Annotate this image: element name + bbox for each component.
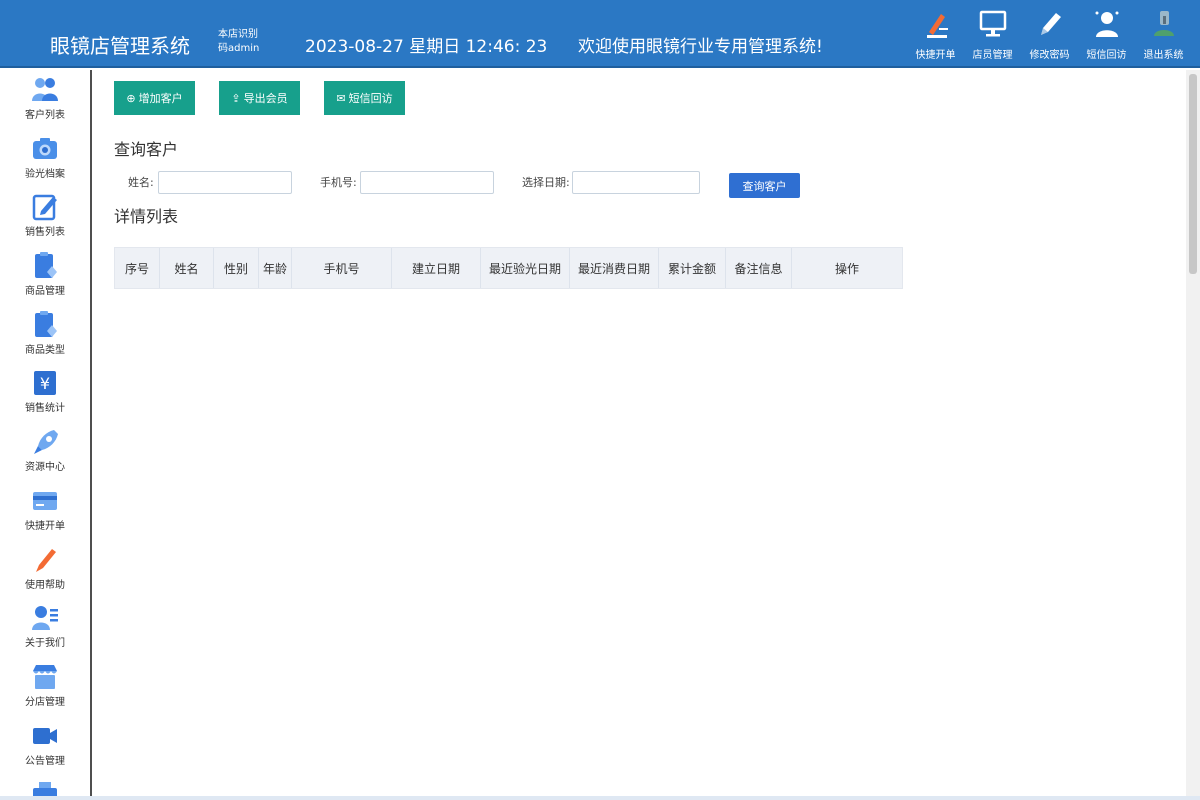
sidebar-item-announcements[interactable]: 公告管理 [0,716,90,775]
column-header-created-date: 建立日期 [392,248,481,288]
sidebar-item-label: 商品类型 [25,344,65,356]
add-customer-button[interactable]: ⊕ 增加客户 [114,81,195,115]
sms-followup-label: 短信回访 [1086,50,1127,61]
store-id: 本店识别 码admin [218,28,268,56]
sidebar-nav: 客户列表 验光档案 销售列表 商品管理 商品类型 ¥ 销售统计 资源中心 快捷开… [0,70,92,800]
edit-icon [32,195,57,221]
sidebar-item-about-us[interactable]: 关于我们 [0,598,90,657]
sidebar-item-optometry-records[interactable]: 验光档案 [0,129,90,188]
yen-icon: ¥ [34,371,56,396]
sidebar-item-label: 公告管理 [25,755,65,767]
staff-manage-label: 店员管理 [972,50,1013,61]
sms-followup-action-button[interactable]: ✉ 短信回访 [324,81,405,115]
main-content: ⊕ 增加客户 ⇪ 导出会员 ✉ 短信回访 查询客户 姓名: 手机号: 选择日期:… [92,70,1186,800]
list-section-title: 详情列表 [114,207,179,226]
name-input[interactable] [158,171,292,194]
query-section-title: 查询客户 [114,140,179,159]
sidebar-item-quick-order[interactable]: 快捷开单 [0,481,90,540]
clipboard-icon [35,252,57,279]
logout-button[interactable]: 退出系统 [1135,8,1192,61]
logout-label: 退出系统 [1143,50,1184,61]
date-picker-input[interactable] [572,171,700,194]
customer-table-header: 序号 姓名 性别 年龄 手机号 建立日期 最近验光日期 最近消费日期 累计金额 … [114,247,903,289]
column-header-gender: 性别 [214,248,259,288]
sidebar-item-help[interactable]: 使用帮助 [0,540,90,599]
card-icon [33,491,57,510]
staff-manage-button[interactable]: 店员管理 [964,8,1021,61]
change-password-button[interactable]: 修改密码 [1021,8,1078,61]
app-title: 眼镜店管理系统 [50,34,190,58]
change-password-label: 修改密码 [1029,50,1070,61]
date-label: 选择日期: [522,176,570,189]
add-customer-label: 增加客户 [138,93,183,105]
column-header-name: 姓名 [160,248,214,288]
sms-followup-action-label: 短信回访 [348,93,393,105]
query-customer-button[interactable]: 查询客户 [729,173,800,198]
phone-label: 手机号: [320,176,357,189]
user-list-icon [32,606,58,631]
current-datetime: 2023-08-27 星期日 12:46: 23 [305,37,548,57]
user-icon [1095,11,1118,37]
monitor-icon [979,10,1006,37]
column-header-last-optometry-date: 最近验光日期 [481,248,570,288]
store-id-line2: 码admin [218,43,260,54]
sidebar-item-label: 使用帮助 [25,579,65,591]
sidebar-item-label: 资源中心 [25,462,65,474]
welcome-message: 欢迎使用眼镜行业专用管理系统! [578,37,823,57]
sidebar-item-branch-manage[interactable]: 分店管理 [0,657,90,716]
scrollbar-thumb[interactable] [1189,74,1197,274]
sidebar-item-label: 销售列表 [25,227,65,239]
bottom-border [0,796,1200,800]
column-header-remarks: 备注信息 [726,248,792,288]
sidebar-item-sales-list[interactable]: 销售列表 [0,187,90,246]
message-icon: ✉ [336,92,346,105]
store-id-line1: 本店识别 [218,29,258,40]
header-toolbar: 快捷开单 店员管理 修改密码 短信回访 退出系统 [907,8,1192,61]
store-icon [33,664,57,689]
svg-text:¥: ¥ [40,374,50,393]
phone-input[interactable] [360,171,494,194]
pencil-icon [1040,13,1061,35]
sidebar-item-label: 验光档案 [25,168,65,180]
export-icon: ⇪ [231,92,241,105]
sidebar-item-product-type[interactable]: 商品类型 [0,305,90,364]
plus-circle-icon: ⊕ [126,92,136,105]
column-header-phone: 手机号 [292,248,392,288]
sidebar-item-label: 分店管理 [25,696,65,708]
column-header-age: 年龄 [259,248,292,288]
name-label: 姓名: [128,176,154,189]
pen-icon [926,14,948,38]
export-members-button[interactable]: ⇪ 导出会员 [219,81,300,115]
export-members-label: 导出会员 [243,93,288,105]
quick-order-label: 快捷开单 [915,50,956,61]
column-header-total-amount: 累计金额 [659,248,726,288]
quick-order-button[interactable]: 快捷开单 [907,8,964,61]
sidebar-item-label: 客户列表 [25,110,65,121]
sidebar-item-label: 关于我们 [25,638,65,650]
column-header-last-purchase-date: 最近消费日期 [570,248,659,288]
video-icon [33,727,57,744]
column-header-actions: 操作 [834,261,859,276]
column-header-index: 序号 [115,248,160,288]
sidebar-item-label: 销售统计 [25,403,65,415]
clipboard-icon [35,310,57,337]
sidebar-item-resource-center[interactable]: 资源中心 [0,422,90,481]
sidebar-item-product-manage[interactable]: 商品管理 [0,246,90,305]
top-header: 眼镜店管理系统 本店识别 码admin 2023-08-27 星期日 12:46… [0,0,1200,68]
rocket-icon [34,430,58,455]
sidebar-item-sales-stats[interactable]: ¥ 销售统计 [0,363,90,422]
sidebar-item-label: 快捷开单 [25,520,65,532]
camera-icon [33,137,57,159]
users-icon [32,78,58,101]
logout-icon [1153,11,1174,36]
sms-followup-button[interactable]: 短信回访 [1078,8,1135,61]
sidebar-item-label: 商品管理 [25,286,65,298]
sidebar-item-customer-list[interactable]: 客户列表 [0,70,90,129]
pen-icon [36,548,56,572]
vertical-scrollbar[interactable] [1186,70,1200,800]
